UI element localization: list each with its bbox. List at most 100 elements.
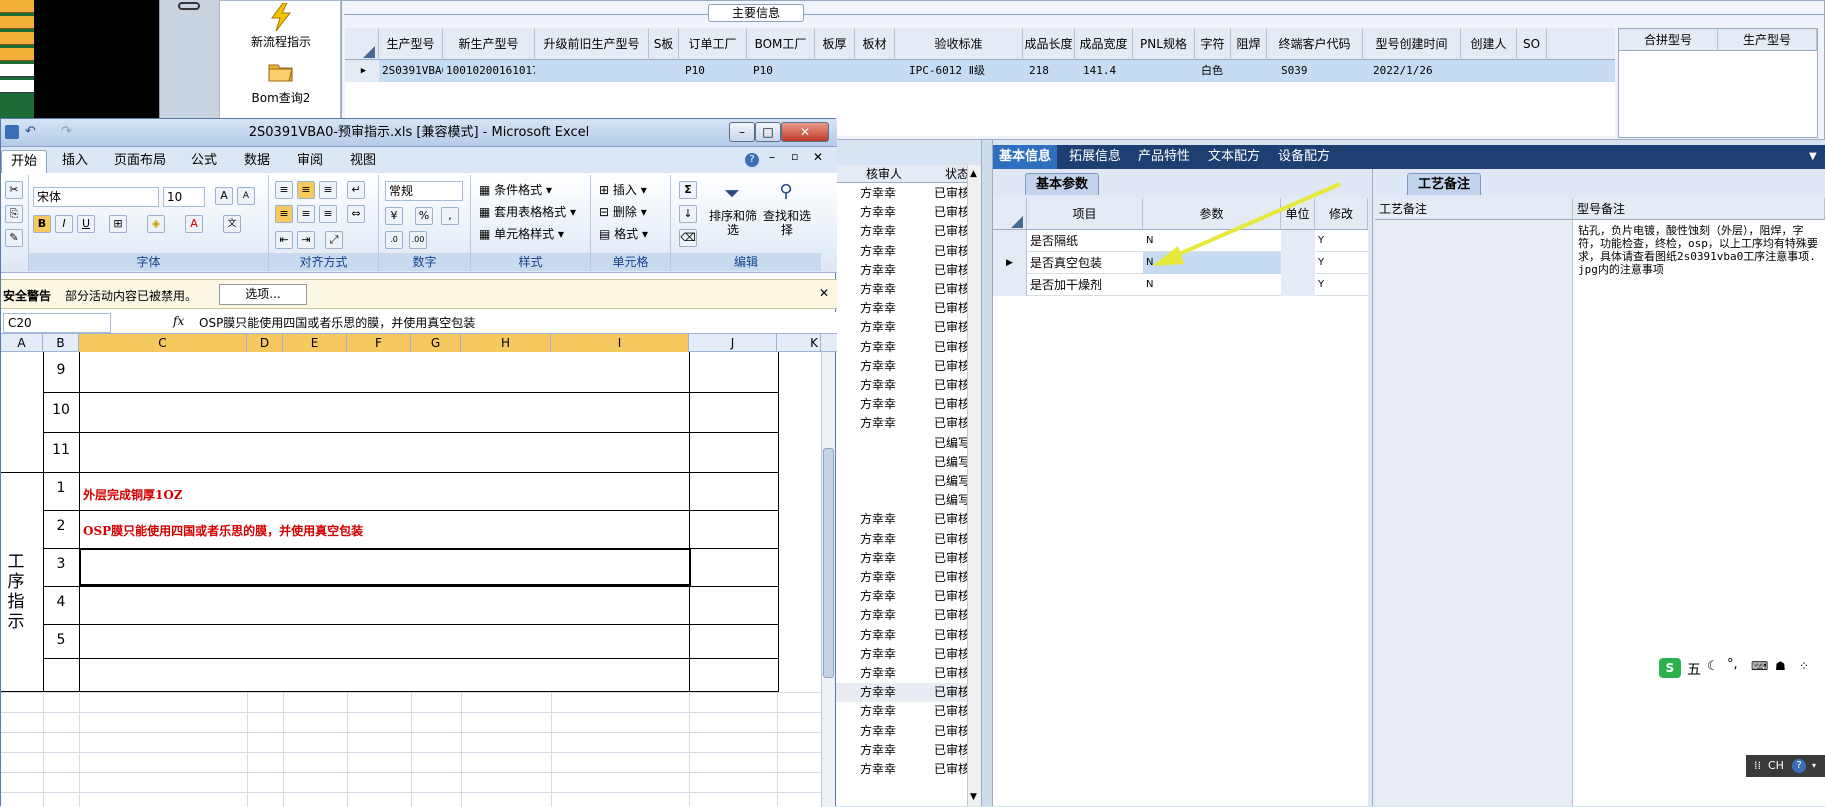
list-scrollbar[interactable]: ▲ ▼ [967, 165, 981, 806]
options-arrow-icon[interactable]: ▾ [1812, 755, 1816, 777]
insert-cells-button[interactable]: ⊞ 插入 ▾ [599, 181, 647, 198]
ribbon-minimize-icon[interactable]: – [769, 150, 775, 164]
tab-basic-info[interactable]: 基本信息 [993, 145, 1058, 169]
tab-data[interactable]: 数据 [235, 150, 279, 173]
table-cell[interactable]: N [1143, 274, 1281, 296]
align-middle-icon[interactable]: ≡ [297, 181, 315, 199]
format-cells-button[interactable]: ▤ 格式 ▾ [599, 225, 648, 242]
list-item[interactable]: 方幸幸 已审核 [836, 510, 976, 529]
list-item[interactable]: 方幸幸 已审核 [836, 530, 976, 549]
delete-cells-button[interactable]: ⊟ 删除 ▾ [599, 203, 647, 220]
note-cell[interactable]: OSP膜只能使用四国或者乐思的膜，并使用真空包装 [83, 522, 363, 539]
binoculars-icon[interactable]: ⚲ [761, 181, 811, 202]
list-item[interactable]: 方幸幸 已审核 [836, 626, 976, 645]
column-header[interactable]: I [551, 334, 689, 352]
spreadsheet-grid[interactable]: 9 10 11 1 2 3 4 5 工序指示 外层完成铜厚1OZ OSP膜只能使… [1, 352, 821, 807]
maximize-button[interactable]: □ [755, 122, 781, 142]
cell-styles-button[interactable]: ▦ 单元格样式 ▾ [479, 225, 564, 242]
options-button[interactable]: 选项... [219, 284, 307, 305]
splitter-handle[interactable] [981, 140, 993, 806]
excel-vertical-scrollbar[interactable] [821, 352, 835, 807]
ribbon-close-icon[interactable]: ✕ [813, 150, 823, 164]
list-item[interactable]: 方幸幸 已审核 [836, 299, 976, 318]
phonetic-icon[interactable]: 文 [223, 215, 241, 233]
column-header[interactable]: S板 [649, 28, 679, 60]
tab-craft-remarks[interactable]: 工艺备注 [1407, 173, 1482, 195]
list-item[interactable]: 方幸幸 已审核 [836, 587, 976, 606]
dropdown-arrow-icon[interactable]: ▼ [1803, 145, 1823, 169]
column-header[interactable]: 成品宽度 [1075, 28, 1133, 60]
percent-icon[interactable]: % [415, 207, 433, 225]
list-item[interactable]: 已编写 [836, 491, 976, 510]
list-item[interactable]: 方幸幸 已审核 [836, 722, 976, 741]
italic-icon[interactable]: I [55, 215, 73, 233]
row-selector-icon[interactable]: ▶ [993, 252, 1027, 274]
column-header[interactable]: 合拼型号 [1619, 29, 1718, 51]
tab-text-recipe[interactable]: 文本配方 [1202, 145, 1266, 169]
tab-formulas[interactable]: 公式 [182, 150, 226, 173]
tab-basic-params[interactable]: 基本参数 [1025, 173, 1100, 195]
scrollbar-thumb[interactable] [823, 448, 834, 678]
column-header[interactable]: 生产型号 [1718, 29, 1817, 51]
column-header[interactable]: 成品长度 [1023, 28, 1075, 60]
align-left-icon[interactable]: ≡ [275, 205, 293, 223]
copy-icon[interactable]: ⎘ [5, 205, 23, 223]
font-color-icon[interactable]: A [185, 215, 203, 233]
list-item[interactable]: 方幸幸 已审核 [836, 184, 976, 203]
list-item[interactable]: 方幸幸 已审核 [836, 606, 976, 625]
grow-font-icon[interactable]: A [215, 187, 233, 205]
decrease-decimal-icon[interactable]: .00 [409, 231, 427, 249]
bold-icon[interactable]: B [33, 215, 51, 233]
comma-icon[interactable]: , [441, 207, 459, 225]
align-center-icon[interactable]: ≡ [297, 205, 315, 223]
help-icon[interactable]: ? [745, 153, 759, 167]
table-cell[interactable]: IPC-6012 Ⅱ级 [895, 60, 1023, 82]
list-item[interactable]: 方幸幸 已审核 [836, 741, 976, 760]
column-header[interactable]: PNL规格 [1133, 28, 1195, 60]
help-icon[interactable]: ? [1792, 759, 1806, 773]
fill-color-icon[interactable]: ◈ [147, 215, 165, 233]
clear-icon[interactable]: ⌫ [679, 229, 697, 247]
table-format-button[interactable]: ▦ 套用表格格式 ▾ [479, 203, 576, 220]
close-button[interactable]: ✕ [781, 122, 829, 142]
column-header[interactable]: H [461, 334, 551, 352]
name-box[interactable]: C20 [3, 313, 111, 333]
table-cell[interactable]: 141.4 [1075, 60, 1133, 82]
tab-extended-info[interactable]: 拓展信息 [1063, 145, 1127, 169]
tab-product-features[interactable]: 产品特性 [1132, 145, 1196, 169]
table-cell[interactable]: 218 [1023, 60, 1075, 82]
tab-view[interactable]: 视图 [341, 150, 385, 173]
underline-icon[interactable]: U [77, 215, 95, 233]
wrap-text-icon[interactable]: ↵ [347, 181, 365, 199]
fill-icon[interactable]: ↓ [679, 205, 697, 223]
list-item[interactable]: 方幸幸 已审核 [836, 261, 976, 280]
tab-page-layout[interactable]: 页面布局 [105, 150, 175, 173]
note-cell[interactable]: 外层完成铜厚1OZ [83, 486, 183, 503]
column-header[interactable]: 新生产型号 [443, 28, 535, 60]
column-header[interactable]: G [411, 334, 461, 352]
column-header[interactable]: SO [1517, 28, 1547, 60]
keyboard-icon[interactable]: ⌨ [1751, 659, 1768, 673]
list-item[interactable]: 已编写 [836, 434, 976, 453]
merge-icon[interactable]: ⇔ [347, 205, 365, 223]
table-cell[interactable]: 白色 [1195, 60, 1231, 82]
minimize-button[interactable]: – [729, 122, 755, 142]
column-header[interactable]: 板厚 [815, 28, 855, 60]
craft-remark-cell[interactable] [1375, 220, 1573, 806]
column-header[interactable]: 项目 [1027, 198, 1143, 230]
column-header[interactable]: 型号创建时间 [1363, 28, 1461, 60]
list-item[interactable]: 方幸幸 已审核 [836, 702, 976, 721]
format-painter-icon[interactable]: ✎ [5, 229, 23, 247]
list-item[interactable]: 已编写 [836, 453, 976, 472]
number-format-select[interactable]: 常规 [385, 181, 463, 201]
tab-review[interactable]: 审阅 [288, 150, 332, 173]
column-header[interactable]: 生产型号 [379, 28, 443, 60]
list-item[interactable]: 方幸幸 已审核 [836, 414, 976, 433]
column-header[interactable]: 字符 [1195, 28, 1231, 60]
column-header[interactable]: C [79, 334, 247, 352]
column-header[interactable]: 板材 [855, 28, 895, 60]
column-header[interactable]: E [283, 334, 347, 352]
align-bottom-icon[interactable]: ≡ [319, 181, 337, 199]
table-cell[interactable]: 2022/1/26 [1363, 60, 1461, 82]
column-header[interactable]: A [1, 334, 43, 352]
